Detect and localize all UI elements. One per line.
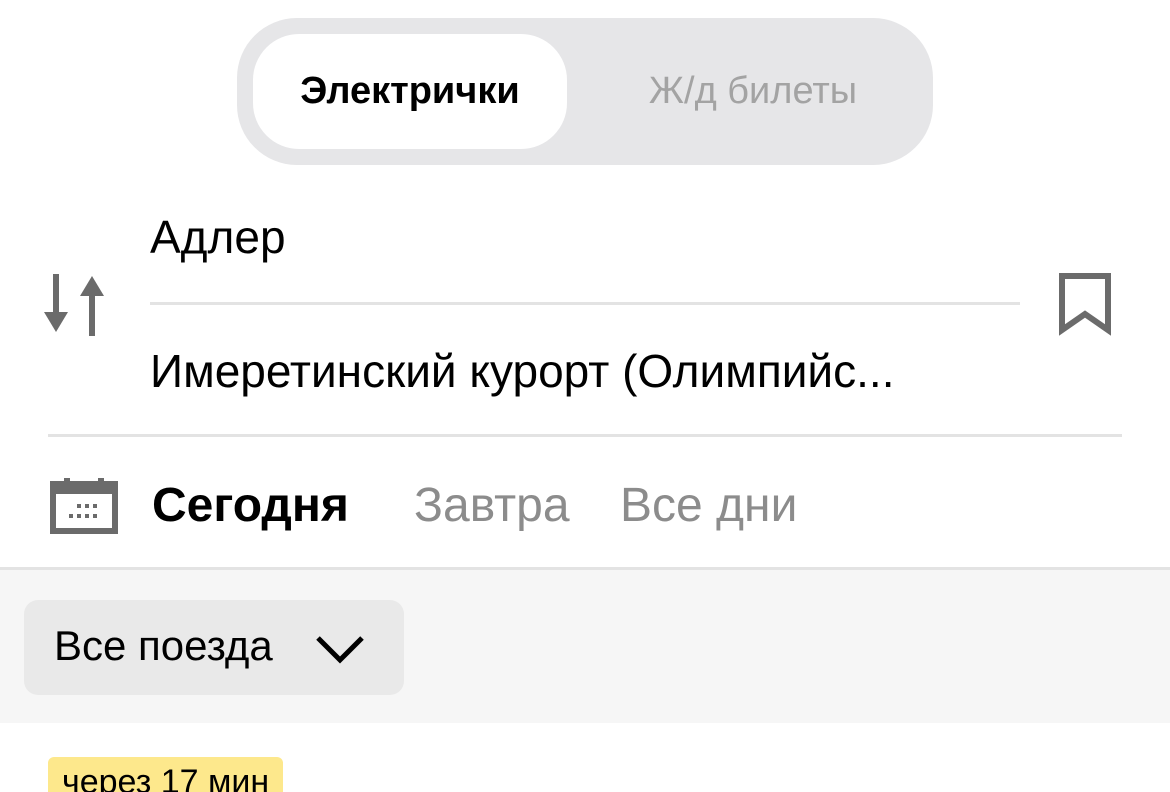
date-tab-tomorrow[interactable]: Завтра xyxy=(414,478,570,533)
calendar-button[interactable] xyxy=(50,476,118,534)
filter-bar: Все поезда xyxy=(0,567,1170,723)
screen: Электрички Ж/д билеты Адлер Имеретинский… xyxy=(0,0,1170,792)
departure-countdown-badge: через 17 мин xyxy=(48,757,284,792)
swap-arrows-icon xyxy=(44,274,104,336)
tab-suburban-trains[interactable]: Электрички xyxy=(253,34,567,149)
chevron-down-icon xyxy=(316,636,364,664)
bookmark-button[interactable] xyxy=(1058,272,1112,336)
departure-station-field[interactable]: Адлер xyxy=(150,210,1010,264)
tab-train-tickets[interactable]: Ж/д билеты xyxy=(589,34,917,149)
section-divider xyxy=(48,434,1122,437)
date-tab-today[interactable]: Сегодня xyxy=(152,478,349,533)
arrival-station-field[interactable]: Имеретинский курорт (Олимпийс... xyxy=(150,344,1010,398)
mode-switcher: Электрички Ж/д билеты xyxy=(237,18,933,165)
date-tab-all-days[interactable]: Все дни xyxy=(620,478,797,533)
route-divider xyxy=(150,302,1020,305)
bookmark-icon xyxy=(1059,273,1111,336)
swap-stations-button[interactable] xyxy=(40,270,110,340)
train-filter-dropdown[interactable]: Все поезда xyxy=(24,600,404,695)
calendar-icon xyxy=(50,478,118,534)
train-filter-label: Все поезда xyxy=(54,622,273,669)
